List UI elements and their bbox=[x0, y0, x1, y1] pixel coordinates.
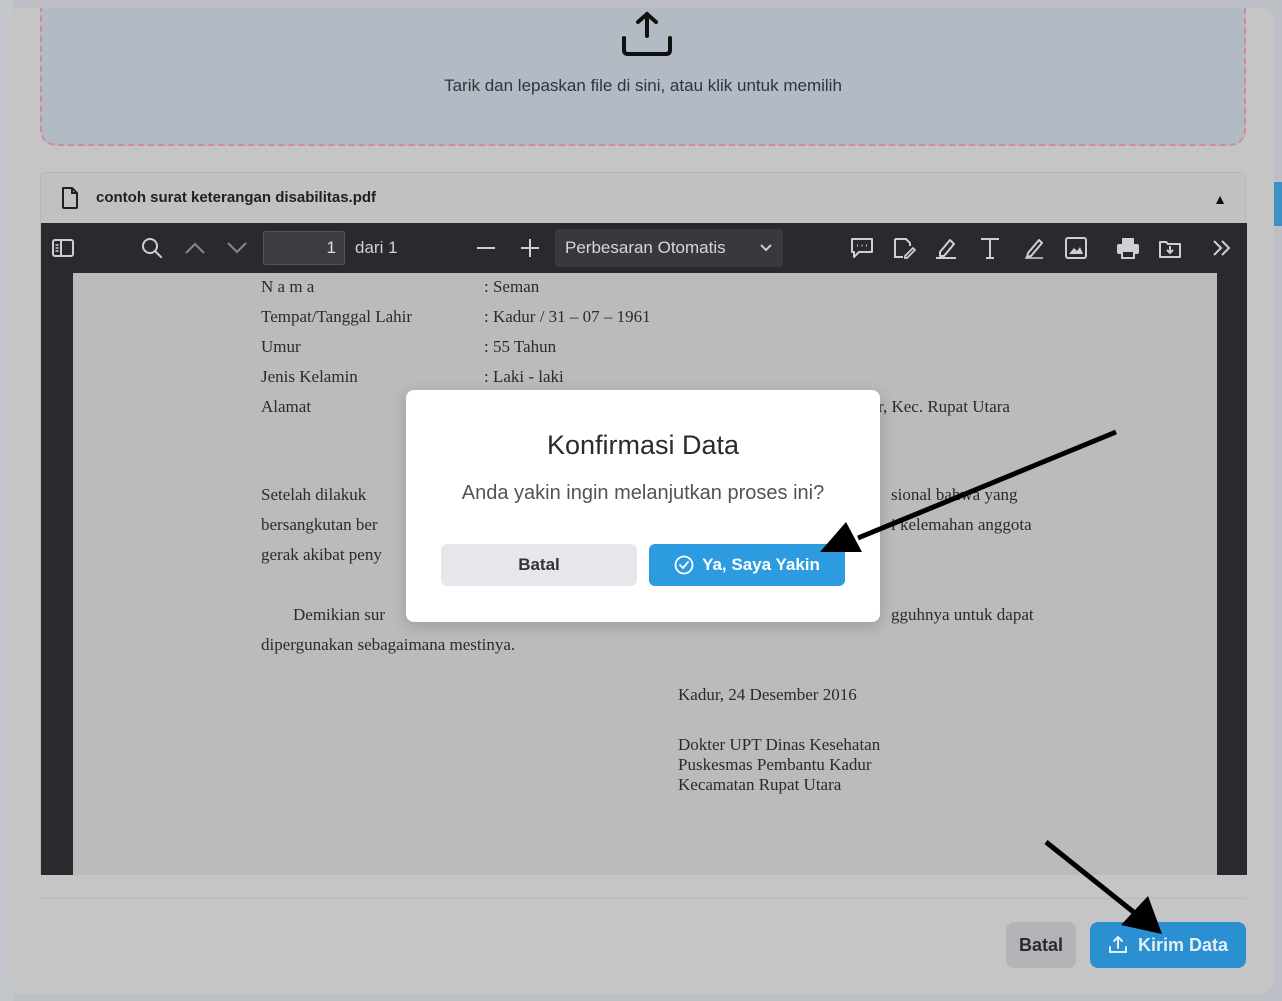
dialog-message: Anda yakin ingin melanjutkan proses ini? bbox=[461, 482, 825, 504]
dialog-confirm-label: Ya, Saya Yakin bbox=[702, 555, 820, 574]
dialog-cancel-button[interactable]: Batal bbox=[441, 544, 637, 586]
dialog-confirm-button[interactable]: Ya, Saya Yakin bbox=[649, 544, 845, 586]
upload-modal: Tarik dan lepaskan file di sini, atau kl… bbox=[8, 8, 1274, 994]
dialog-title: Konfirmasi Data bbox=[546, 430, 740, 460]
check-circle-icon bbox=[674, 555, 694, 575]
confirm-dialog: Konfirmasi Data Anda yakin ingin melanju… bbox=[406, 390, 880, 622]
